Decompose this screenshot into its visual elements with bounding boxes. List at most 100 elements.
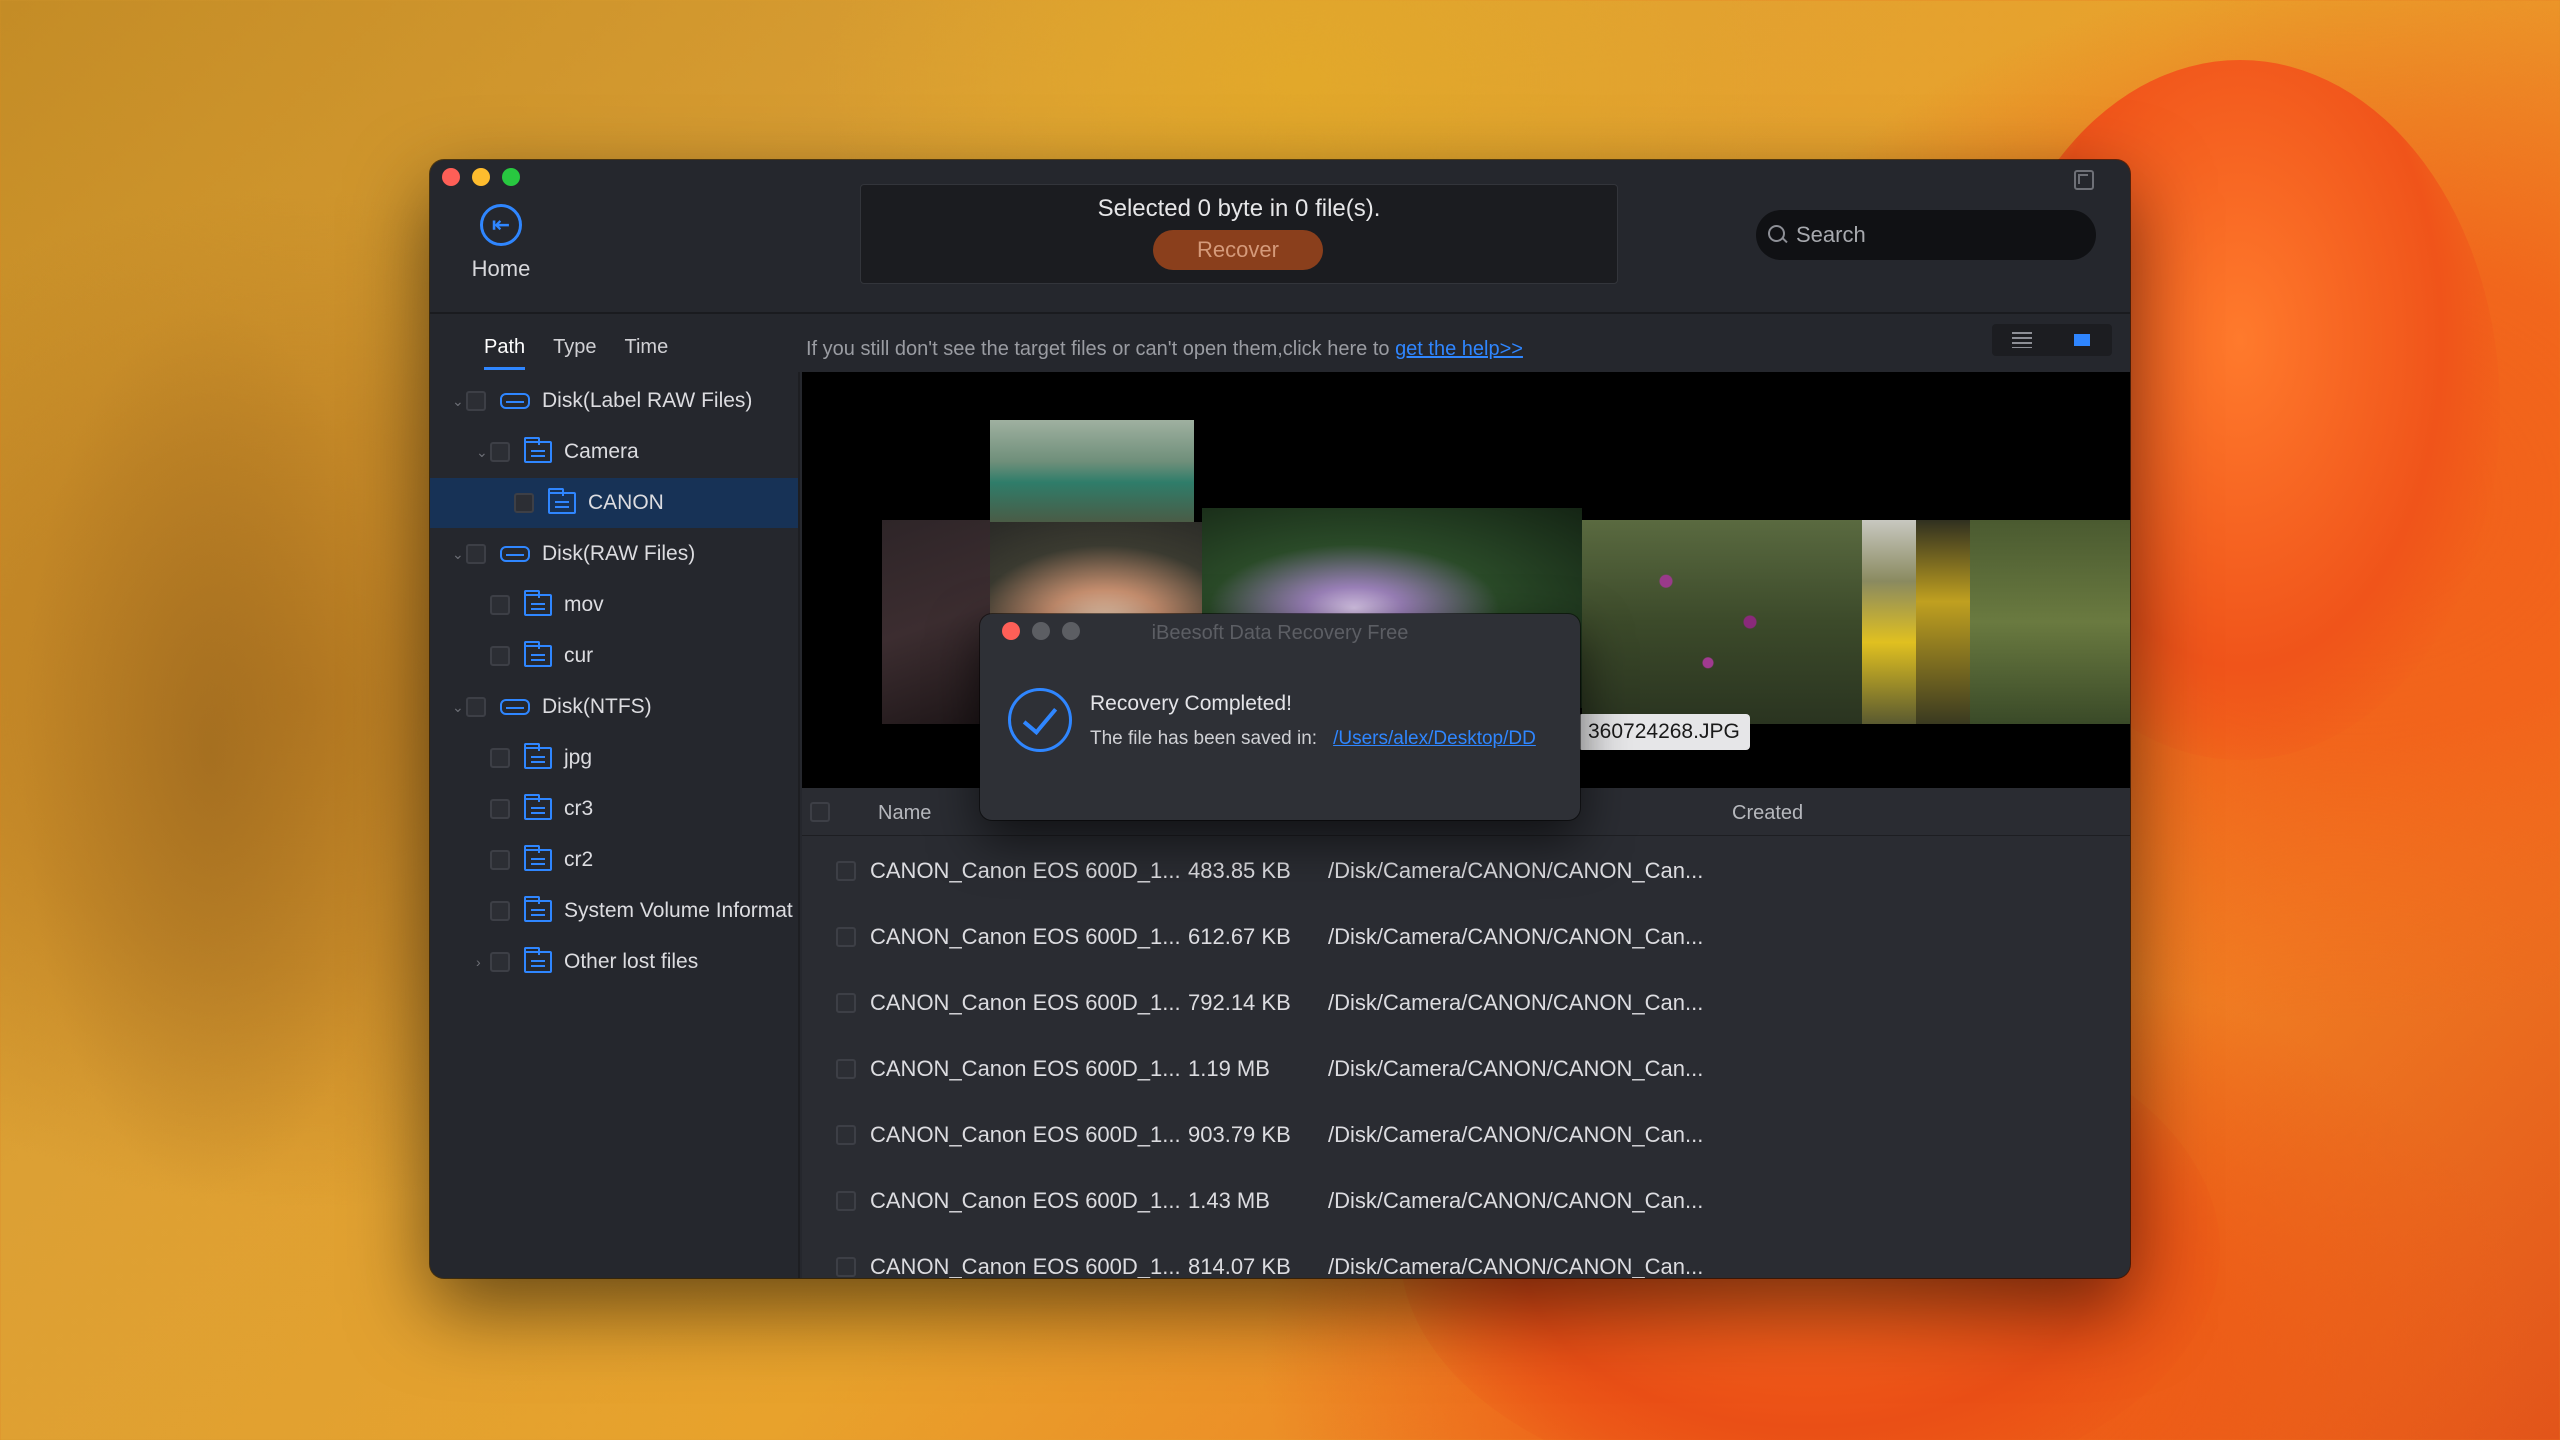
list-view-icon (2012, 332, 2032, 348)
photo-thumbnail[interactable] (1970, 520, 2130, 724)
tree-item-disk-ntfs[interactable]: ⌄ Disk(NTFS) (430, 682, 798, 732)
selection-summary-text: Selected 0 byte in 0 file(s). (1097, 195, 1381, 222)
dialog-window-controls (1002, 622, 1080, 640)
maximize-window-button[interactable] (502, 168, 520, 186)
tree-item-cur[interactable]: cur (430, 631, 798, 681)
photo-thumbnail[interactable] (882, 520, 992, 724)
drive-icon (500, 699, 530, 715)
tree-checkbox[interactable] (490, 748, 510, 768)
row-checkbox[interactable] (836, 1257, 856, 1277)
folder-icon (524, 896, 552, 922)
table-row[interactable]: CANON_Canon EOS 600D_1... 1.19 MB /Disk/… (802, 1036, 2130, 1102)
file-size: 483.85 KB (1188, 858, 1291, 883)
tab-time[interactable]: Time (625, 336, 669, 370)
table-row[interactable]: CANON_Canon EOS 600D_1... 792.14 KB /Dis… (802, 970, 2130, 1036)
search-box[interactable] (1756, 210, 2096, 260)
dialog-saved-line: The file has been saved in: /Users/alex/D… (1090, 728, 1536, 750)
recovery-completed-dialog: iBeesoft Data Recovery Free Recovery Com… (980, 614, 1580, 820)
row-checkbox[interactable] (836, 1125, 856, 1145)
tree-item-jpg[interactable]: jpg (430, 733, 798, 783)
selection-summary-panel: Selected 0 byte in 0 file(s). Recover (860, 184, 1618, 284)
fullscreen-icon[interactable] (2074, 170, 2094, 190)
chevron-down-icon[interactable]: ⌄ (452, 393, 466, 410)
tree-item-cr3[interactable]: cr3 (430, 784, 798, 834)
table-row[interactable]: CANON_Canon EOS 600D_1... 814.07 KB /Dis… (802, 1234, 2130, 1278)
tree-item-canon[interactable]: CANON (430, 478, 798, 528)
folder-icon (548, 488, 576, 514)
row-checkbox[interactable] (836, 1191, 856, 1211)
tree-item-system-volume-information[interactable]: System Volume Informat (430, 886, 798, 936)
tree-checkbox[interactable] (490, 646, 510, 666)
tree-checkbox[interactable] (490, 952, 510, 972)
tab-path[interactable]: Path (484, 336, 526, 370)
chevron-down-icon[interactable]: ⌄ (452, 546, 466, 563)
tree-item-other-lost-files[interactable]: › Other lost files (430, 937, 798, 987)
select-all-checkbox[interactable] (810, 802, 830, 822)
tree-checkbox[interactable] (490, 595, 510, 615)
file-path: /Disk/Camera/CANON/CANON_Can... (1328, 1056, 1704, 1081)
tree-checkbox[interactable] (466, 544, 486, 564)
chevron-right-icon[interactable]: › (476, 954, 490, 970)
file-name: CANON_Canon EOS 600D_1... (870, 924, 1181, 949)
saved-label: The file has been saved in: (1090, 728, 1318, 749)
grid-view-button[interactable] (2052, 324, 2112, 356)
tree-item-camera[interactable]: ⌄ Camera (430, 427, 798, 477)
tree-item-label: CANON (588, 491, 664, 514)
tree-checkbox[interactable] (466, 391, 486, 411)
file-table: Name Created CANON_Canon EOS 600D_1... 4… (802, 788, 2130, 1278)
row-checkbox[interactable] (836, 993, 856, 1013)
tab-type[interactable]: Type (553, 336, 596, 370)
tree-item-label: cr2 (564, 848, 594, 871)
photo-thumbnail[interactable] (1862, 520, 1916, 724)
photo-thumbnail[interactable] (1916, 520, 1970, 724)
file-path: /Disk/Camera/CANON/CANON_Can... (1328, 858, 1704, 883)
tree-item-label: cur (564, 644, 594, 667)
table-row[interactable]: CANON_Canon EOS 600D_1... 483.85 KB /Dis… (802, 838, 2130, 904)
help-link[interactable]: get the help>> (1395, 338, 1523, 360)
tree-item-disk-raw-files[interactable]: ⌄ Disk(RAW Files) (430, 529, 798, 579)
photo-thumbnail[interactable] (990, 420, 1194, 524)
home-button[interactable]: ⇤ Home (466, 204, 536, 282)
column-header-name[interactable]: Name (878, 802, 931, 825)
tree-item-cr2[interactable]: cr2 (430, 835, 798, 885)
tree-item-label: System Volume Informat (564, 899, 793, 922)
tree-item-label: Other lost files (564, 950, 699, 973)
folder-tree: ⌄ Disk(Label RAW Files) ⌄ Camera CANON ⌄… (430, 372, 800, 1278)
tree-checkbox[interactable] (490, 901, 510, 921)
table-row[interactable]: CANON_Canon EOS 600D_1... 612.67 KB /Dis… (802, 904, 2130, 970)
file-path: /Disk/Camera/CANON/CANON_Can... (1328, 924, 1704, 949)
tree-item-label: Disk(NTFS) (542, 695, 652, 718)
photo-thumbnail[interactable] (1582, 520, 1862, 724)
table-row[interactable]: CANON_Canon EOS 600D_1... 903.79 KB /Dis… (802, 1102, 2130, 1168)
close-window-button[interactable] (442, 168, 460, 186)
column-header-created[interactable]: Created (1732, 802, 1803, 825)
folder-icon (524, 590, 552, 616)
window-controls (442, 168, 520, 186)
saved-path-link[interactable]: /Users/alex/Desktop/DD (1333, 728, 1536, 749)
back-arrow-circle-icon: ⇤ (480, 204, 522, 246)
tree-checkbox[interactable] (490, 442, 510, 462)
table-row[interactable]: CANON_Canon EOS 600D_1... 1.43 MB /Disk/… (802, 1168, 2130, 1234)
dialog-maximize-button (1062, 622, 1080, 640)
search-icon (1768, 225, 1788, 245)
dialog-close-button[interactable] (1002, 622, 1020, 640)
tree-checkbox[interactable] (466, 697, 486, 717)
tree-checkbox[interactable] (490, 850, 510, 870)
row-checkbox[interactable] (836, 927, 856, 947)
chevron-down-icon[interactable]: ⌄ (452, 699, 466, 716)
folder-icon (524, 743, 552, 769)
search-input[interactable] (1796, 222, 2076, 248)
tree-checkbox[interactable] (490, 799, 510, 819)
file-size: 903.79 KB (1188, 1122, 1291, 1147)
minimize-window-button[interactable] (472, 168, 490, 186)
filter-tabs: Path Type Time (484, 336, 668, 370)
tree-item-disk-label-raw-files[interactable]: ⌄ Disk(Label RAW Files) (430, 376, 798, 426)
tree-checkbox[interactable] (514, 493, 534, 513)
row-checkbox[interactable] (836, 1059, 856, 1079)
recover-button[interactable]: Recover (1153, 230, 1323, 270)
chevron-down-icon[interactable]: ⌄ (476, 444, 490, 461)
tree-item-mov[interactable]: mov (430, 580, 798, 630)
row-checkbox[interactable] (836, 861, 856, 881)
folder-icon (524, 947, 552, 973)
list-view-button[interactable] (1992, 324, 2052, 356)
